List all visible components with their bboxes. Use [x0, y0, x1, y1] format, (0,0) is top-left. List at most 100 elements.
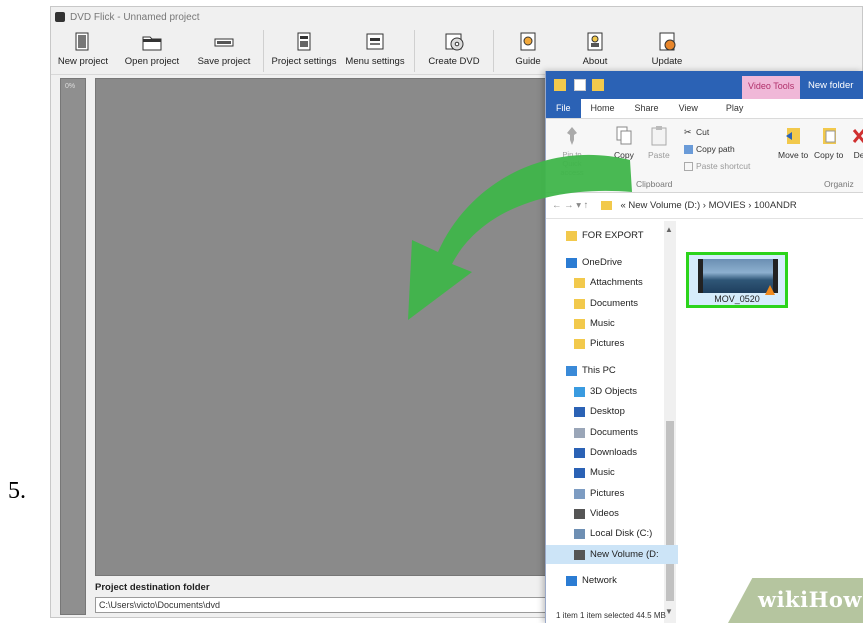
create-dvd-label: Create DVD [428, 56, 480, 67]
copy-to-button[interactable]: Copy to [814, 125, 843, 160]
nav-item-label: Local Disk (C:) [590, 528, 653, 539]
about-icon [584, 31, 606, 53]
delete-label: De [853, 150, 863, 160]
file-name: MOV_0520 [714, 294, 760, 304]
scissors-icon: ✂ [684, 126, 692, 137]
computer-icon [566, 365, 577, 376]
cut-button[interactable]: ✂ Cut [684, 127, 709, 137]
delete-button[interactable]: De [850, 125, 863, 160]
screenshot-stage: 5. DVD Flick - Unnamed project New proje… [0, 0, 863, 623]
about-button[interactable]: About [558, 27, 632, 75]
update-icon [656, 31, 678, 53]
video-file-icon [698, 259, 778, 295]
disk-icon [574, 528, 585, 539]
project-settings-icon [293, 31, 315, 53]
toolbar-divider [414, 30, 415, 72]
paste-shortcut-icon [684, 161, 693, 171]
explorer-title-bar: Video Tools New folder [546, 71, 863, 99]
explorer-window-title: New folder [808, 80, 854, 91]
tab-home[interactable]: Home [581, 99, 625, 118]
nav-item-new-volume-d[interactable]: New Volume (D: [546, 545, 678, 564]
network-icon [566, 575, 577, 586]
project-settings-button[interactable]: Project settings [268, 27, 340, 75]
update-button[interactable]: Update [632, 27, 702, 75]
copy-path-icon [684, 144, 693, 154]
paste-shortcut-label: Paste shortcut [696, 161, 751, 171]
move-to-label: Move to [778, 150, 809, 160]
tab-play[interactable]: Play [716, 99, 754, 118]
nav-item-label: Documents [590, 427, 639, 438]
nav-item-this-pc[interactable]: This PC [546, 361, 678, 380]
document-icon [574, 427, 585, 438]
drag-arrow-icon [408, 154, 632, 320]
nav-item-label: New Volume (D: [590, 549, 659, 560]
tab-view[interactable]: View [669, 99, 708, 118]
delete-icon [850, 125, 863, 147]
desktop-icon [574, 406, 585, 417]
dvd-toolbar: New project Open project Save project Pr… [51, 27, 862, 75]
video-icon [574, 508, 585, 519]
save-project-button[interactable]: Save project [189, 27, 259, 75]
guide-button[interactable]: Guide [498, 27, 558, 75]
nav-item-documents[interactable]: Documents [546, 423, 678, 442]
drive-icon [574, 549, 585, 560]
nav-item-3d-objects[interactable]: 3D Objects [546, 382, 678, 401]
project-settings-label: Project settings [271, 56, 337, 67]
nav-item-label: Videos [590, 508, 619, 519]
nav-item-label: Music [590, 467, 615, 478]
folder-icon [554, 79, 566, 91]
folder-icon [574, 338, 585, 349]
destination-folder-label: Project destination folder [95, 582, 210, 593]
nav-item-local-disk-c[interactable]: Local Disk (C:) [546, 524, 678, 543]
properties-icon[interactable] [574, 79, 586, 91]
open-project-button[interactable]: Open project [115, 27, 189, 75]
nav-item-label: 3D Objects [590, 386, 637, 397]
dvd-title-bar: DVD Flick - Unnamed project [51, 7, 862, 27]
update-label: Update [651, 56, 683, 67]
toolbar-divider [493, 30, 494, 72]
nav-item-label: Pictures [590, 488, 625, 499]
guide-label: Guide [515, 56, 541, 67]
step-number: 5. [8, 478, 26, 504]
cube-icon [574, 386, 585, 397]
progress-percent: 0% [65, 83, 76, 90]
save-project-label: Save project [197, 56, 251, 67]
new-project-icon [72, 31, 94, 53]
paste-shortcut-button[interactable]: Paste shortcut [684, 161, 750, 171]
copy-path-label: Copy path [696, 144, 735, 154]
new-project-button[interactable]: New project [51, 27, 115, 75]
move-to-button[interactable]: Move to [778, 125, 808, 160]
wikihow-logo: wikiHow [758, 587, 863, 612]
move-to-icon [784, 125, 802, 147]
copy-to-icon [820, 125, 838, 147]
nav-item-label: Downloads [590, 447, 637, 458]
new-project-label: New project [57, 56, 109, 67]
nav-item-desktop[interactable]: Desktop [546, 402, 678, 421]
open-project-label: Open project [124, 56, 180, 67]
tab-file[interactable]: File [546, 99, 581, 118]
menu-settings-icon [364, 31, 386, 53]
nav-item-pictures[interactable]: Pictures [546, 484, 678, 503]
cut-label: Cut [696, 127, 710, 137]
guide-icon [517, 31, 539, 53]
nav-item-videos[interactable]: Videos [546, 504, 678, 523]
create-dvd-icon [443, 31, 465, 53]
nav-item-network[interactable]: Network [546, 571, 678, 590]
music-icon [574, 467, 585, 478]
copy-path-button[interactable]: Copy path [684, 144, 735, 154]
copy-to-label: Copy to [814, 150, 844, 160]
new-folder-icon[interactable] [592, 79, 604, 91]
about-label: About [582, 56, 608, 67]
video-tools-context-tab[interactable]: Video Tools [742, 76, 801, 99]
window-title: DVD Flick - Unnamed project [70, 11, 200, 23]
create-dvd-button[interactable]: Create DVD [419, 27, 489, 75]
dvd-flick-app-icon [55, 12, 65, 22]
nav-item-downloads[interactable]: Downloads [546, 443, 678, 462]
toolbar-divider [263, 30, 264, 72]
nav-item-label: Desktop [590, 406, 625, 417]
video-file-item[interactable]: MOV_0520 [686, 252, 788, 308]
nav-item-music[interactable]: Music [546, 463, 678, 482]
menu-settings-button[interactable]: Menu settings [340, 27, 410, 75]
save-icon [213, 31, 235, 53]
tab-share[interactable]: Share [625, 99, 669, 118]
